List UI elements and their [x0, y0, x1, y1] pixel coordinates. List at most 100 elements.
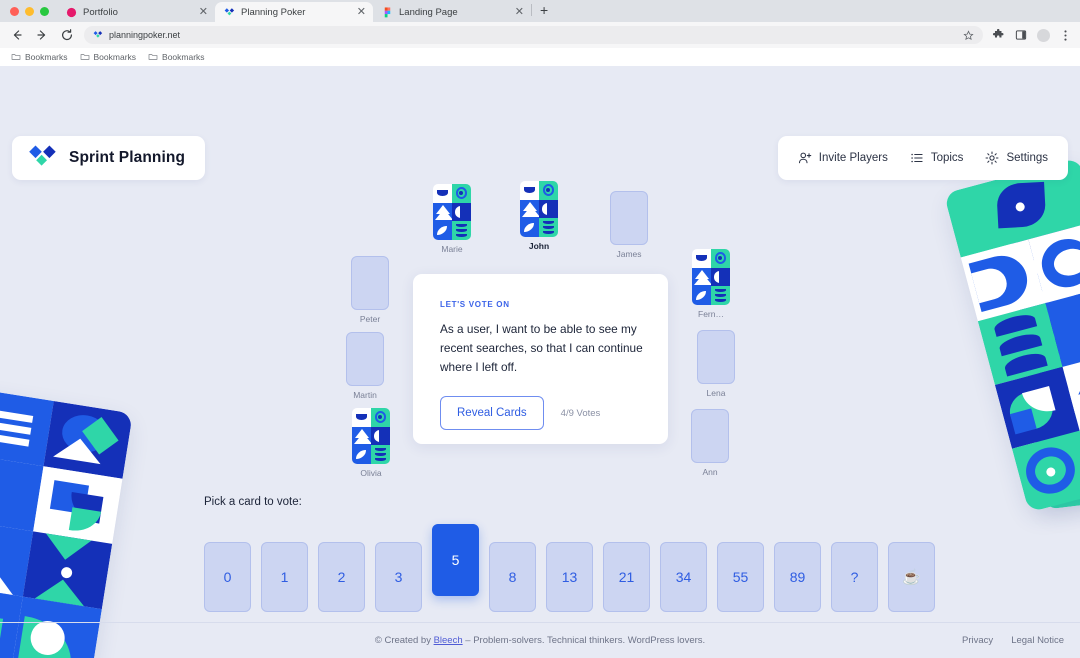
card-back-tile	[520, 199, 539, 219]
poker-card-55[interactable]: 55	[717, 542, 764, 612]
portfolio-dot-icon	[66, 7, 77, 17]
bookmark-item[interactable]: Bookmarks	[148, 52, 205, 62]
player-card-empty	[346, 332, 384, 386]
minimize-window-button[interactable]	[25, 6, 34, 16]
footer-brand-link[interactable]: Bleech	[434, 635, 463, 646]
list-icon	[911, 153, 923, 163]
maximize-window-button[interactable]	[40, 6, 49, 16]
reload-icon	[62, 29, 73, 41]
topics-button[interactable]: Topics	[910, 151, 964, 165]
new-tab-button[interactable]: +	[532, 0, 556, 22]
settings-button[interactable]: Settings	[985, 151, 1048, 165]
poker-card-coffee[interactable]: ☕	[888, 542, 935, 612]
poker-card-21[interactable]: 21	[603, 542, 650, 612]
settings-label: Settings	[1006, 152, 1048, 164]
tab-close-icon[interactable]: ✕	[199, 6, 208, 18]
topics-label: Topics	[930, 152, 964, 164]
bookmark-item[interactable]: Bookmarks	[11, 52, 68, 62]
poker-card-question[interactable]: ?	[831, 542, 878, 612]
window-traffic-lights	[8, 0, 57, 22]
poker-card-8[interactable]: 8	[489, 542, 536, 612]
card-back-tile	[520, 218, 539, 237]
toolbar-icons	[992, 28, 1071, 42]
card-back-tile	[371, 426, 390, 446]
tab-close-icon[interactable]: ✕	[357, 6, 366, 18]
folder-icon	[11, 54, 21, 60]
decorative-card-right-front	[943, 157, 1080, 513]
close-window-button[interactable]	[10, 6, 19, 16]
browser-window: Portfolio ✕ Planning Poker ✕ Landing Pag…	[0, 0, 1080, 658]
card-back-tile	[452, 184, 471, 203]
bookmark-label: Bookmarks	[93, 52, 137, 62]
bookmark-label: Bookmarks	[162, 52, 205, 62]
deck-label: Pick a card to vote:	[204, 496, 302, 508]
app-logo[interactable]: Sprint Planning	[12, 136, 206, 180]
player-card-back	[352, 408, 390, 464]
footer-privacy-link[interactable]: Privacy	[962, 635, 993, 646]
vote-panel: LET'S VOTE ON As a user, I want to be ab…	[413, 274, 668, 444]
browser-tab-planning-poker[interactable]: Planning Poker ✕	[215, 2, 373, 22]
poker-card-2[interactable]: 2	[318, 542, 365, 612]
player-name: James	[616, 249, 642, 259]
forward-button[interactable]	[34, 27, 50, 43]
forward-arrow-icon	[37, 30, 46, 40]
profile-avatar-icon[interactable]	[1037, 28, 1050, 42]
browser-tab-portfolio[interactable]: Portfolio ✕	[57, 2, 215, 22]
reload-button[interactable]	[59, 27, 75, 43]
card-deck: 0 1 2 3 5 8 13 21 34 55 89? ☕	[204, 524, 935, 612]
player-card-empty	[691, 409, 729, 463]
footer-legal-notice-link[interactable]: Legal Notice	[1011, 635, 1064, 646]
planning-poker-app: Sprint Planning Invite Players Topics Se…	[0, 66, 1080, 658]
folder-icon	[148, 54, 158, 60]
address-bar-url: planningpoker.net	[109, 30, 181, 40]
card-back-tile	[433, 221, 452, 240]
player-name: Fern…	[698, 309, 724, 319]
tab-close-icon[interactable]: ✕	[515, 6, 524, 18]
folder-icon	[80, 54, 89, 60]
player-name: Lena	[706, 388, 726, 398]
planning-poker-icon	[224, 7, 235, 15]
player-name: Peter	[359, 314, 381, 324]
browser-toolbar: planningpoker.net	[0, 22, 1080, 48]
vote-panel-story: As a user, I want to be able to see my r…	[440, 322, 643, 375]
player-card-back	[520, 181, 558, 237]
back-button[interactable]	[9, 27, 25, 43]
player-name: Martin	[353, 390, 377, 400]
player-name: John	[528, 241, 550, 251]
footer-copyright: © Created by Bleech – Problem-solvers. T…	[375, 635, 705, 646]
player-seat: Marie	[431, 184, 473, 254]
address-bar[interactable]: planningpoker.net	[84, 26, 983, 44]
player-seat: James	[608, 191, 650, 259]
card-back-tile	[539, 199, 558, 219]
reveal-cards-button[interactable]: Reveal Cards	[440, 396, 544, 431]
card-back-tile	[692, 286, 711, 305]
vote-panel-actions: Reveal Cards 4/9 Votes	[440, 396, 644, 431]
poker-card-3[interactable]: 3	[375, 542, 422, 612]
vote-panel-kicker: LET'S VOTE ON	[440, 300, 510, 309]
card-back-tile	[352, 445, 371, 464]
card-back-tile	[452, 221, 471, 240]
player-card-back	[433, 184, 471, 240]
poker-card-89[interactable]: 89	[774, 542, 821, 612]
card-back-tile	[520, 181, 539, 200]
poker-card-1[interactable]: 1	[261, 542, 308, 612]
bookmark-item[interactable]: Bookmarks	[80, 52, 137, 62]
player-name: Marie	[441, 244, 463, 254]
bookmarks-bar: Bookmarks Bookmarks Bookmarks	[0, 48, 1080, 66]
extensions-puzzle-icon[interactable]	[992, 28, 1005, 42]
three-dot-menu-icon[interactable]	[1060, 29, 1071, 42]
app-header-actions: Invite Players Topics Settings	[777, 136, 1068, 180]
browser-tab-landing-page[interactable]: Landing Page ✕	[373, 2, 531, 22]
side-panel-icon[interactable]	[1015, 29, 1027, 41]
star-icon[interactable]	[963, 29, 974, 41]
poker-card-0[interactable]: 0	[204, 542, 251, 612]
card-back-tile	[711, 249, 730, 268]
tab-title: Portfolio	[83, 6, 118, 18]
poker-card-13[interactable]: 13	[546, 542, 593, 612]
invite-players-button[interactable]: Invite Players	[798, 151, 888, 165]
bookmark-label: Bookmarks	[25, 52, 68, 62]
poker-card-34[interactable]: 34	[660, 542, 707, 612]
decorative-card-left	[0, 388, 133, 658]
player-name: Olivia	[360, 468, 382, 478]
poker-card-5[interactable]: 5	[432, 524, 479, 596]
